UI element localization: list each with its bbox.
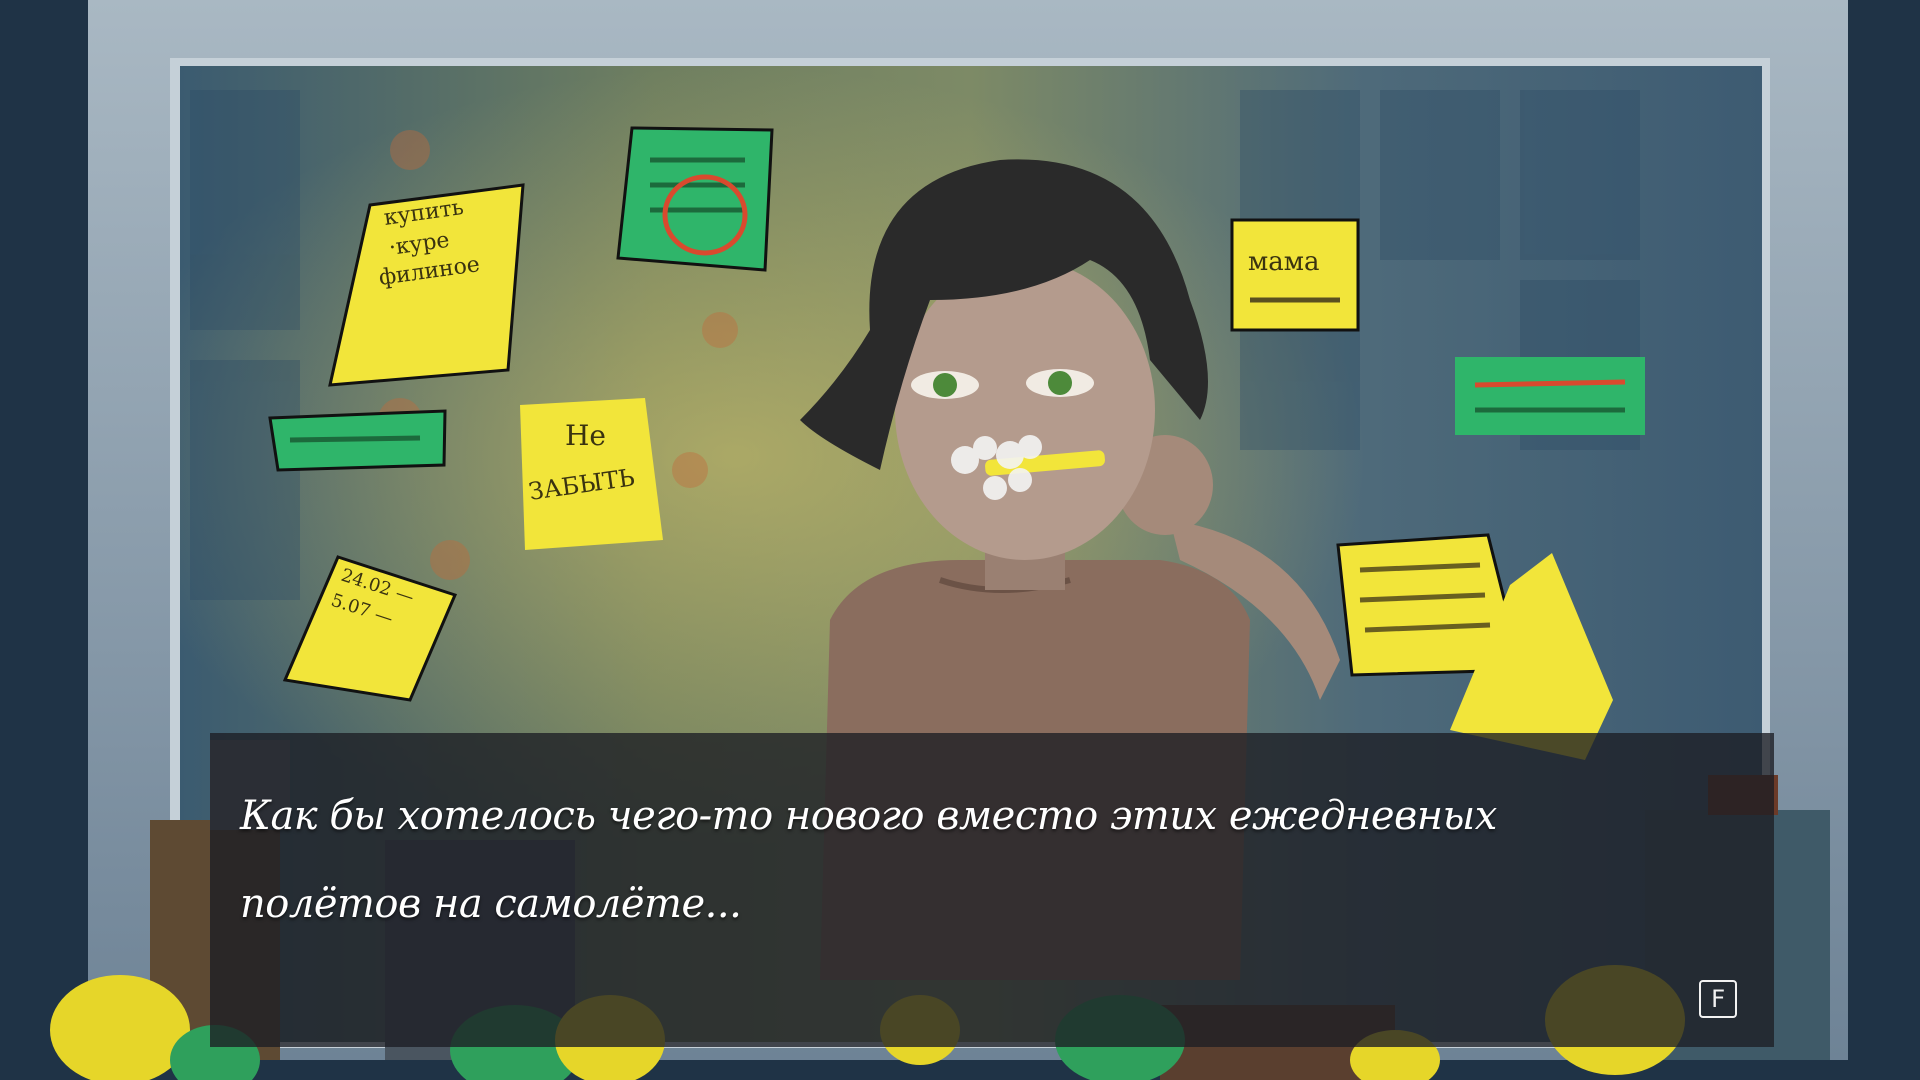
sticky-note-dont-forget: Не ЗАБЫТЬ (520, 398, 663, 550)
sticky-note-mom: мама (1230, 218, 1360, 332)
continue-key-hint[interactable]: F (1699, 980, 1737, 1018)
character-face (895, 260, 1155, 560)
sticky-note-green-small (268, 409, 447, 472)
sticky-note-green-circle (616, 126, 774, 272)
svg-text:мама: мама (1248, 247, 1319, 277)
sticky-note-green-strip (1455, 357, 1645, 435)
eye-left (933, 373, 957, 397)
svg-text:Не: Не (565, 419, 606, 452)
game-scene: купить ·куре филиное мама Не ЗАБЫТЬ 24.0… (0, 0, 1920, 1080)
dialog-text: Как бы хотелось чего-то нового вместо эт… (240, 793, 1497, 927)
eye-right (1048, 371, 1072, 395)
